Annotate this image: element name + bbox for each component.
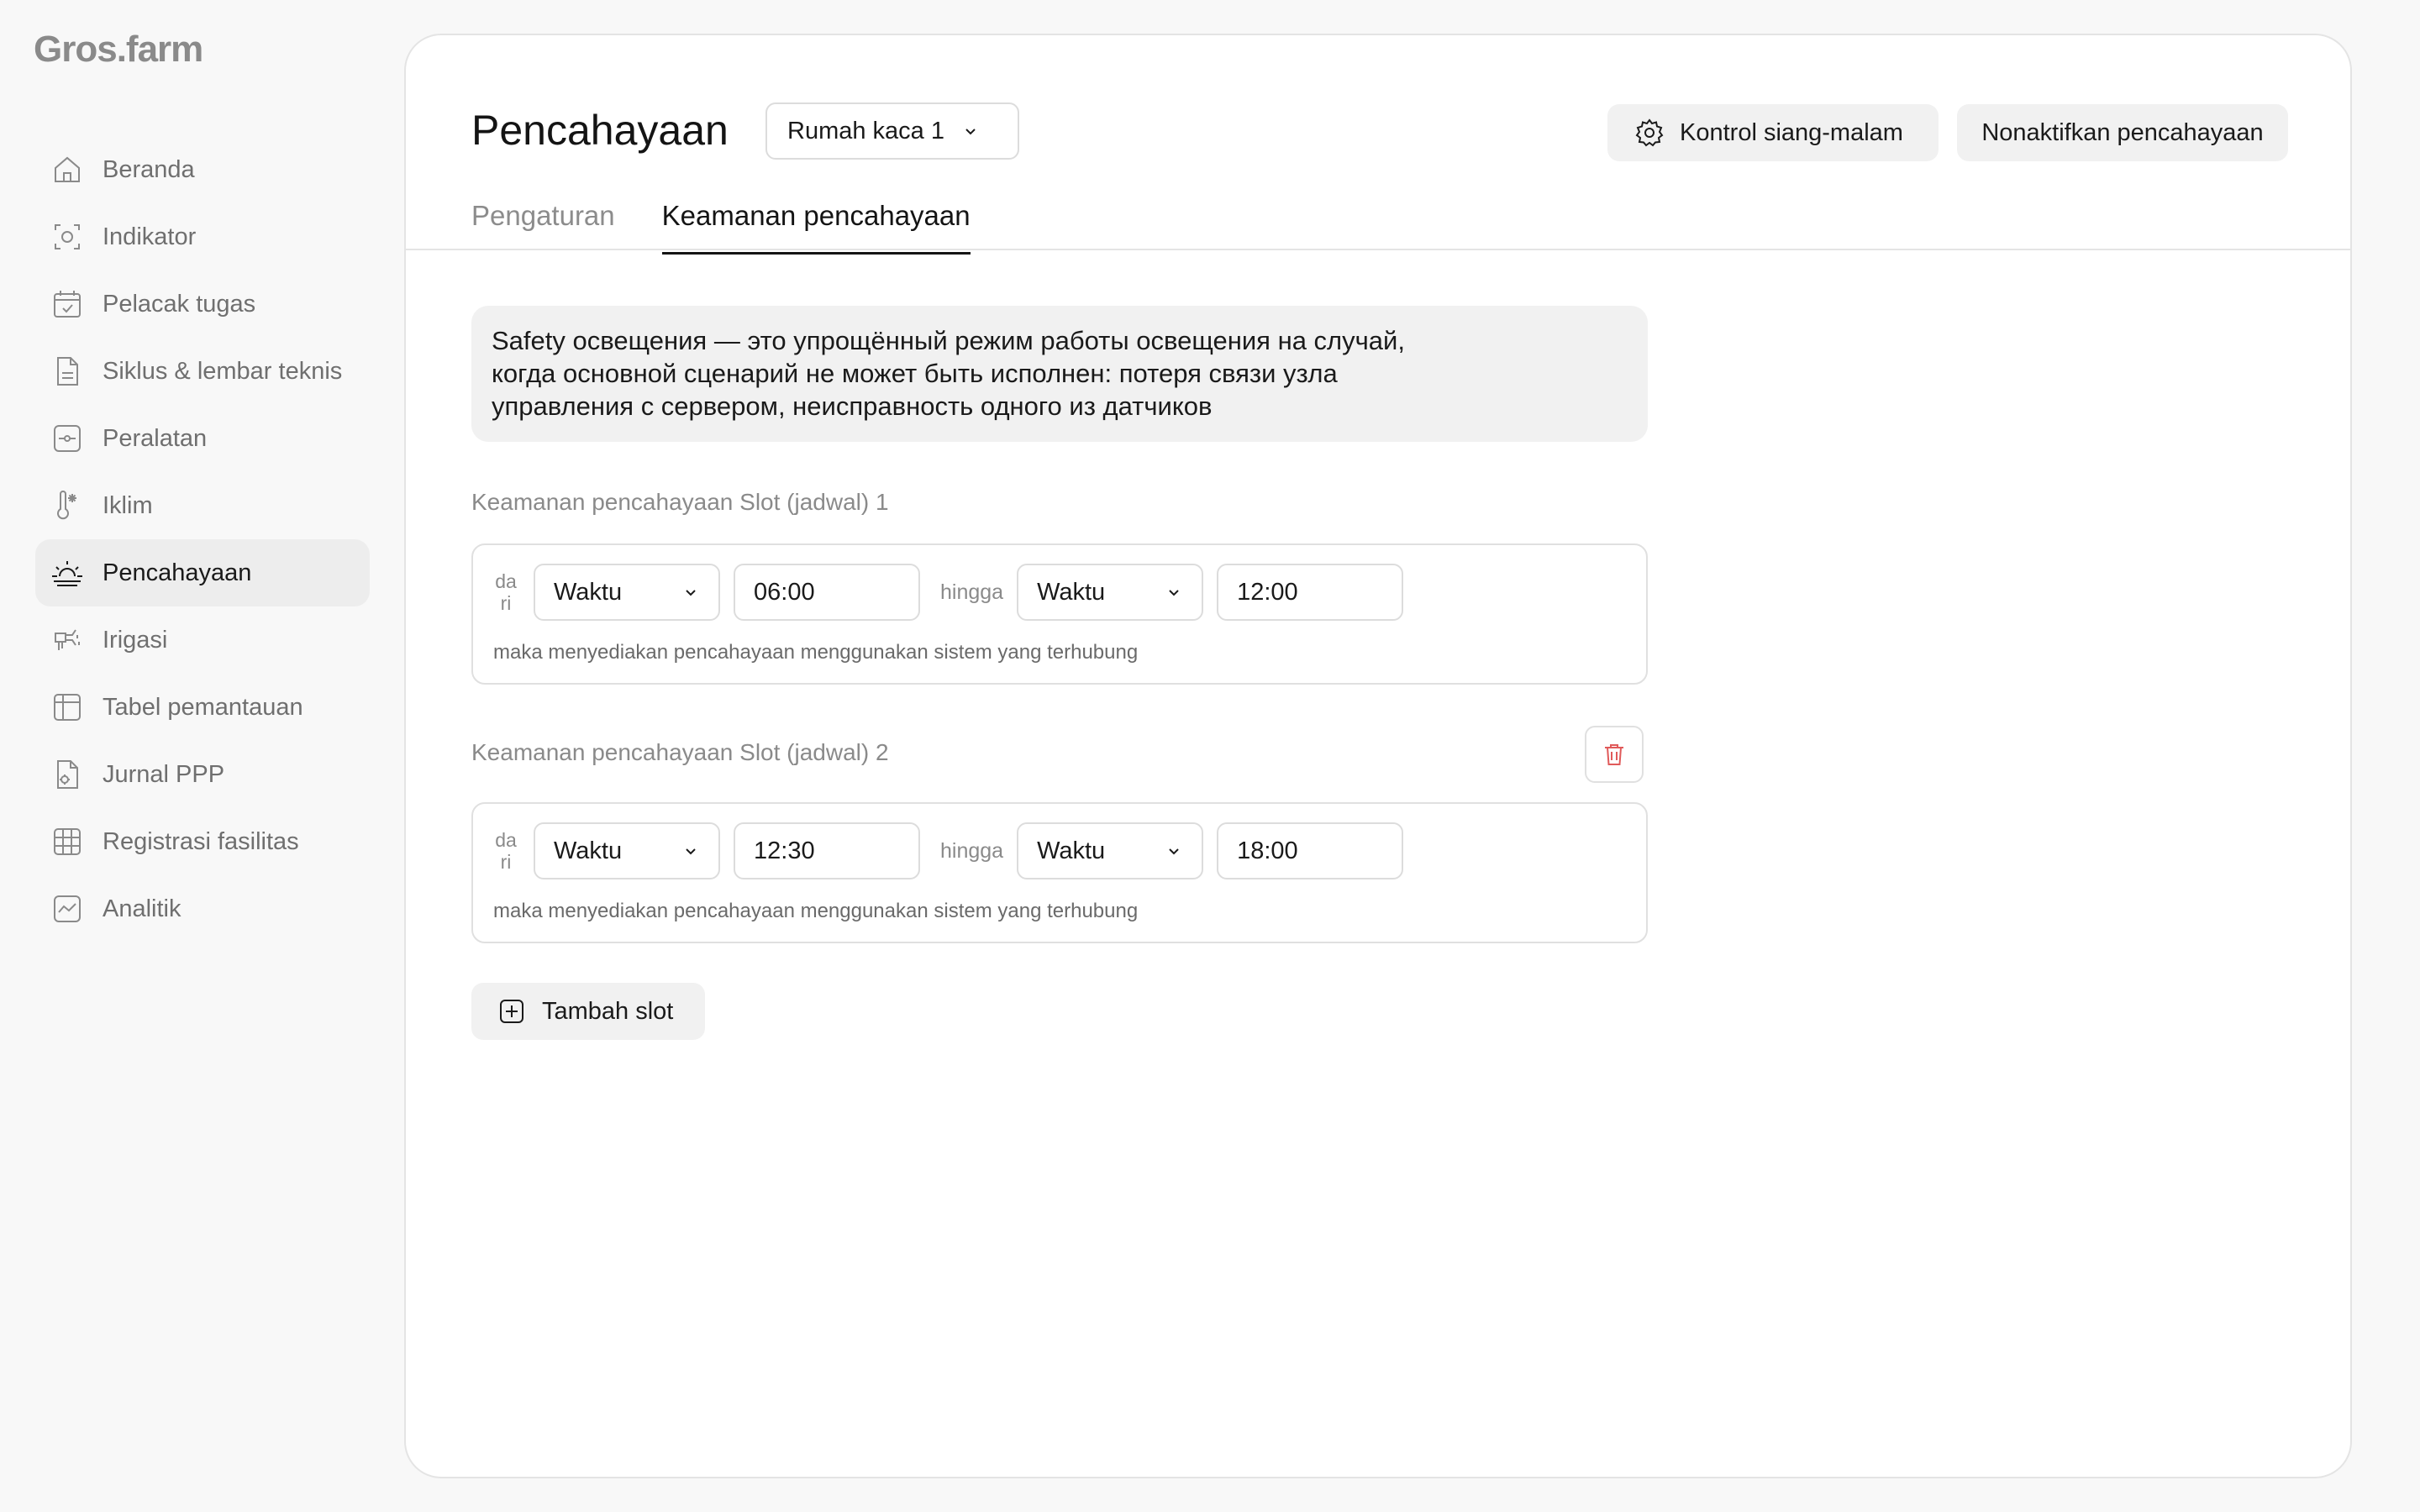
sidebar-item-pelacak-tugas[interactable]: Pelacak tugas [35, 270, 370, 338]
tab-pengaturan[interactable]: Pengaturan [471, 200, 615, 255]
chevron-down-icon [1169, 848, 1179, 855]
thermometer-icon [50, 489, 84, 522]
sidebar-item-label: Siklus & lembar teknis [103, 357, 343, 385]
from-type-value: Waktu [554, 578, 623, 606]
table-icon [50, 690, 84, 724]
page-title: Pencahayaan [471, 107, 729, 154]
sidebar-item-label: Jurnal PPP [103, 760, 225, 788]
main-panel: Pencahayaan Rumah kaca 1 Kontrol siang-m… [404, 34, 2352, 1478]
to-type-select[interactable]: Waktu [1017, 564, 1204, 621]
daynight-button-label: Kontrol siang-malam [1680, 118, 1903, 146]
chevron-down-icon [686, 848, 696, 855]
from-time-input[interactable]: 12:30 [734, 822, 920, 879]
tabs-divider [406, 249, 2350, 250]
to-type-select[interactable]: Waktu [1017, 822, 1204, 879]
sidebar-item-label: Pelacak tugas [103, 290, 256, 318]
app-logo[interactable]: Gros.farm [34, 29, 203, 71]
info-line: Safety освещения — это упрощённый режим … [492, 326, 1405, 355]
chevron-down-icon [686, 590, 696, 596]
sidebar-item-label: Registrasi fasilitas [103, 827, 299, 855]
slot-box: da ri Waktu 06:00 hingga Waktu 12:00 mak… [471, 543, 1648, 685]
from-label-part: da [495, 829, 517, 851]
to-type-value: Waktu [1037, 837, 1106, 864]
sidebar-item-label: Analitik [103, 895, 182, 922]
disable-button-label: Nonaktifkan pencahayaan [1981, 118, 2264, 146]
slot-row: da ri Waktu 12:30 hingga Waktu 18:00 [493, 822, 1423, 879]
equipment-icon [50, 422, 84, 455]
greenhouse-select[interactable]: Rumah kaca 1 [765, 102, 1019, 160]
grid-icon [50, 825, 84, 858]
info-line: управления с сервером, неисправность одн… [492, 391, 1213, 421]
info-box: Safety освещения — это упрощённый режим … [471, 306, 1648, 442]
greenhouse-select-value: Rumah kaca 1 [787, 117, 944, 144]
from-type-select[interactable]: Waktu [534, 564, 720, 621]
sidebar-item-pencahayaan[interactable]: Pencahayaan [35, 539, 370, 606]
to-type-value: Waktu [1037, 578, 1106, 606]
from-label-part: da [495, 570, 517, 592]
journal-icon [50, 758, 84, 791]
tabs: Pengaturan Keamanan pencahayaan [471, 200, 1018, 255]
slot-title: Keamanan pencahayaan Slot (jadwal) 2 [471, 739, 889, 765]
plus-square-icon [500, 1000, 523, 1023]
chevron-down-icon [1169, 590, 1179, 596]
delete-slot-button[interactable] [1585, 726, 1644, 783]
from-label: da ri [493, 570, 518, 614]
sidebar-item-irigasi[interactable]: Irigasi [35, 606, 370, 674]
to-label: hingga [940, 838, 1004, 863]
disable-lighting-button[interactable]: Nonaktifkan pencahayaan [1957, 104, 2288, 161]
add-slot-button[interactable]: Tambah slot [471, 983, 705, 1040]
from-label-part: ri [500, 592, 512, 614]
add-slot-label: Tambah slot [542, 997, 674, 1025]
document-icon [50, 354, 84, 388]
sidebar-item-siklus[interactable]: Siklus & lembar teknis [35, 338, 370, 405]
trash-icon [1605, 744, 1623, 765]
sidebar-item-analitik[interactable]: Analitik [35, 875, 370, 942]
from-label-part: ri [500, 851, 512, 873]
chevron-down-icon [965, 129, 976, 135]
sidebar-item-label: Tabel pemantauan [103, 693, 303, 721]
sunrise-icon [50, 556, 84, 590]
calendar-check-icon [50, 287, 84, 321]
sidebar-item-label: Beranda [103, 155, 195, 183]
slot-row: da ri Waktu 06:00 hingga Waktu 12:00 [493, 564, 1423, 621]
from-time-input[interactable]: 06:00 [734, 564, 920, 621]
to-time-input[interactable]: 18:00 [1217, 822, 1404, 879]
from-type-select[interactable]: Waktu [534, 822, 720, 879]
sidebar-item-label: Iklim [103, 491, 153, 519]
daynight-control-button[interactable]: Kontrol siang-malam [1607, 104, 1939, 161]
to-time-input[interactable]: 12:00 [1217, 564, 1404, 621]
home-icon [50, 153, 84, 186]
analytics-icon [50, 892, 84, 926]
to-label: hingga [940, 580, 1004, 604]
slot-description: maka menyediakan pencahayaan menggunakan… [493, 900, 1139, 922]
sidebar-item-jurnal-ppp[interactable]: Jurnal PPP [35, 741, 370, 808]
sidebar-item-label: Peralatan [103, 424, 208, 452]
sidebar-item-indikator[interactable]: Indikator [35, 203, 370, 270]
gear-icon [1635, 118, 1664, 147]
sidebar-item-iklim[interactable]: Iklim [35, 472, 370, 539]
tab-keamanan-pencahayaan[interactable]: Keamanan pencahayaan [661, 200, 971, 255]
slot-box: da ri Waktu 12:30 hingga Waktu 18:00 mak… [471, 802, 1648, 943]
from-type-value: Waktu [554, 837, 623, 864]
sidebar-item-registrasi-fasilitas[interactable]: Registrasi fasilitas [35, 808, 370, 875]
sidebar-nav: Beranda Indikator Pelacak tugas Siklus &… [35, 136, 370, 942]
from-label: da ri [493, 829, 518, 873]
sidebar-item-peralatan[interactable]: Peralatan [35, 405, 370, 472]
slot-description: maka menyediakan pencahayaan menggunakan… [493, 641, 1139, 664]
sidebar-item-tabel-pemantauan[interactable]: Tabel pemantauan [35, 674, 370, 741]
sidebar-item-label: Pencahayaan [103, 559, 252, 586]
sidebar-item-label: Irigasi [103, 626, 168, 654]
indicator-icon [50, 220, 84, 254]
irrigation-icon [50, 623, 84, 657]
slot-title: Keamanan pencahayaan Slot (jadwal) 1 [471, 489, 889, 515]
sidebar-item-label: Indikator [103, 223, 197, 250]
info-line: когда основной сценарий не может быть ис… [492, 359, 1338, 388]
sidebar-item-beranda[interactable]: Beranda [35, 136, 370, 203]
